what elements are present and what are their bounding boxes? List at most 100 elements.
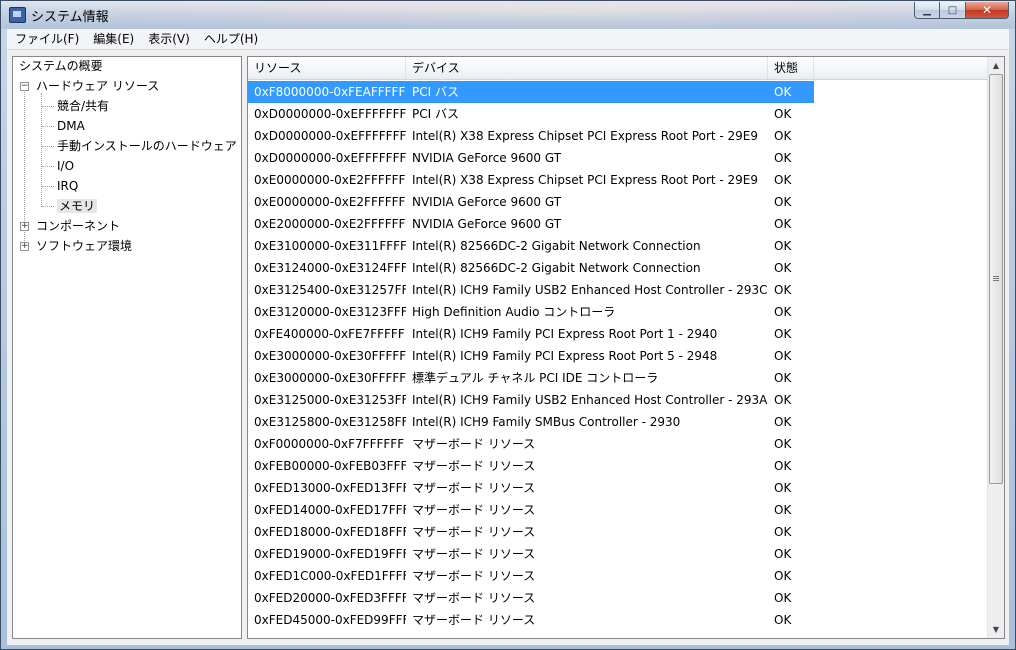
client-area: システムの概要 − ハードウェア リソース 競合/共有 DMA 手動インストール… (7, 50, 1009, 645)
tree-item-system-summary[interactable]: システムの概要 (19, 57, 103, 75)
tree-line (42, 126, 54, 127)
tree-item-hardware-resources[interactable]: ハードウェア リソース (36, 77, 159, 95)
cell-device: マザーボード リソース (412, 591, 536, 605)
window-title: システム情報 (31, 10, 109, 25)
tree-item-software-environment[interactable]: ソフトウェア環境 (36, 237, 132, 255)
table-row[interactable]: 0xFED45000-0xFED99FFF マザーボード リソース OK (248, 609, 988, 631)
category-tree: システムの概要 − ハードウェア リソース 競合/共有 DMA 手動インストール… (12, 56, 242, 639)
scroll-thumb[interactable] (989, 74, 1003, 484)
cell-resource: 0xD0000000-0xEFFFFFFF (254, 129, 406, 143)
cell-device: Intel(R) ICH9 Family PCI Express Root Po… (412, 327, 718, 341)
menu-bar: ファイル(F) 編集(E) 表示(V) ヘルプ(H) (7, 29, 1009, 50)
table-row[interactable]: 0xFE400000-0xFE7FFFFF Intel(R) ICH9 Famil… (248, 323, 988, 345)
table-row[interactable]: 0xE3124000-0xE3124FFF Intel(R) 82566DC-2 … (248, 257, 988, 279)
table-row[interactable]: 0xE3000000-0xE30FFFFF 標準デュアル チャネル PCI IDE… (248, 367, 988, 389)
maximize-icon: □ (947, 4, 958, 16)
cell-resource: 0xE3120000-0xE3123FFF (254, 305, 406, 319)
collapse-icon[interactable]: − (20, 82, 29, 91)
cell-resource: 0xFED1C000-0xFED1FFFF (254, 569, 406, 583)
table-row[interactable]: 0xD0000000-0xEFFFFFFF PCI バス OK (248, 103, 988, 125)
title-bar[interactable]: システム情報 ▁ □ ✕ (1, 1, 1015, 29)
table-row[interactable]: 0xE3120000-0xE3123FFF High Definition Aud… (248, 301, 988, 323)
cell-device: Intel(R) ICH9 Family USB2 Enhanced Host … (412, 283, 768, 297)
table-row[interactable]: 0xF0000000-0xF7FFFFFF マザーボード リソース OK (248, 433, 988, 455)
menu-view[interactable]: 表示(V) (141, 29, 197, 49)
cell-status: OK (774, 525, 792, 539)
expand-icon[interactable]: + (20, 222, 29, 231)
cell-resource: 0xFED13000-0xFED13FFF (254, 481, 406, 495)
grip-line (993, 276, 999, 277)
cell-resource: 0xE3124000-0xE3124FFF (254, 261, 406, 275)
cell-device: Intel(R) 82566DC-2 Gigabit Network Conne… (412, 261, 701, 275)
cell-status: OK (774, 569, 792, 583)
cell-resource: 0xFED18000-0xFED18FFF (254, 525, 406, 539)
tree-line (42, 146, 54, 147)
cell-device: NVIDIA GeForce 9600 GT (412, 151, 562, 165)
cell-resource: 0xE0000000-0xE2FFFFFF (254, 173, 406, 187)
column-header-device[interactable]: デバイス (406, 57, 768, 79)
table-row[interactable]: 0xE0000000-0xE2FFFFFF Intel(R) X38 Expres… (248, 169, 988, 191)
grip-line (993, 280, 999, 281)
maximize-button[interactable]: □ (940, 2, 966, 19)
menu-file[interactable]: ファイル(F) (7, 29, 86, 49)
tree-item-conflicts[interactable]: 競合/共有 (57, 97, 109, 115)
table-row[interactable]: 0xD0000000-0xEFFFFFFF Intel(R) X38 Expres… (248, 125, 988, 147)
tree-item-irq[interactable]: IRQ (57, 177, 78, 195)
cell-resource: 0xE3125400-0xE31257FF (254, 283, 406, 297)
cell-device: PCI バス (412, 107, 459, 121)
expand-icon[interactable]: + (20, 242, 29, 251)
tree-item-components[interactable]: コンポーネント (36, 217, 120, 235)
tree-item-io[interactable]: I/O (57, 157, 74, 175)
table-row[interactable]: 0xFEB00000-0xFEB03FFF マザーボード リソース OK (248, 455, 988, 477)
tree-line (42, 186, 54, 187)
cell-device: マザーボード リソース (412, 547, 536, 561)
table-row[interactable]: 0xE3100000-0xE311FFFF Intel(R) 82566DC-2 … (248, 235, 988, 257)
cell-resource: 0xD0000000-0xEFFFFFFF (254, 107, 406, 121)
table-row[interactable]: 0xFED1C000-0xFED1FFFF マザーボード リソース OK (248, 565, 988, 587)
column-header-status[interactable]: 状態 (768, 57, 814, 79)
table-row[interactable]: 0xFED14000-0xFED17FFF マザーボード リソース OK (248, 499, 988, 521)
cell-resource: 0xE3100000-0xE311FFFF (254, 239, 406, 253)
table-row[interactable]: 0xE3125000-0xE31253FF Intel(R) ICH9 Famil… (248, 389, 988, 411)
tree-item-forced-hardware[interactable]: 手動インストールのハードウェア (57, 137, 237, 155)
cell-resource: 0xE3125800-0xE31258FF (254, 415, 406, 429)
table-row[interactable]: 0xE0000000-0xE2FFFFFF NVIDIA GeForce 9600… (248, 191, 988, 213)
cell-status: OK (774, 107, 792, 121)
menu-edit[interactable]: 編集(E) (86, 29, 141, 49)
cell-device: NVIDIA GeForce 9600 GT (412, 217, 562, 231)
cell-device: High Definition Audio コントローラ (412, 305, 616, 319)
cell-resource: 0xFED14000-0xFED17FFF (254, 503, 406, 517)
cell-status: OK (774, 591, 792, 605)
table-row[interactable]: 0xFED18000-0xFED18FFF マザーボード リソース OK (248, 521, 988, 543)
table-row[interactable]: 0xFED20000-0xFED3FFFF マザーボード リソース OK (248, 587, 988, 609)
cell-device: マザーボード リソース (412, 437, 536, 451)
scroll-up-icon[interactable]: ▲ (988, 57, 1004, 74)
table-row[interactable]: 0xF8000000-0xFEAFFFFF PCI バス OK (248, 81, 988, 103)
cell-device: 標準デュアル チャネル PCI IDE コントローラ (412, 371, 659, 385)
cell-resource: 0xE3125000-0xE31253FF (254, 393, 406, 407)
table-row[interactable]: 0xD0000000-0xEFFFFFFF NVIDIA GeForce 9600… (248, 147, 988, 169)
table-row[interactable]: 0xE3000000-0xE30FFFFF Intel(R) ICH9 Famil… (248, 345, 988, 367)
tree-item-memory[interactable]: メモリ (57, 197, 98, 215)
table-row[interactable]: 0xFED13000-0xFED13FFF マザーボード リソース OK (248, 477, 988, 499)
cell-device: マザーボード リソース (412, 613, 536, 627)
cell-device: NVIDIA GeForce 9600 GT (412, 195, 562, 209)
cell-status: OK (774, 327, 792, 341)
cell-device: Intel(R) ICH9 Family SMBus Controller - … (412, 415, 681, 429)
menu-help[interactable]: ヘルプ(H) (197, 29, 265, 49)
cell-device: Intel(R) 82566DC-2 Gigabit Network Conne… (412, 239, 701, 253)
column-header-resource[interactable]: リソース (248, 57, 406, 79)
cell-device: マザーボード リソース (412, 569, 536, 583)
table-row[interactable]: 0xE3125800-0xE31258FF Intel(R) ICH9 Famil… (248, 411, 988, 433)
scroll-down-icon[interactable]: ▼ (988, 621, 1004, 638)
cell-status: OK (774, 129, 792, 143)
cell-resource: 0xFE400000-0xFE7FFFFF (254, 327, 405, 341)
table-row[interactable]: 0xE2000000-0xE2FFFFFF NVIDIA GeForce 9600… (248, 213, 988, 235)
table-row[interactable]: 0xE3125400-0xE31257FF Intel(R) ICH9 Famil… (248, 279, 988, 301)
tree-item-dma[interactable]: DMA (57, 117, 85, 135)
vertical-scrollbar[interactable]: ▲ ▼ (987, 57, 1004, 638)
table-row[interactable]: 0xFED19000-0xFED19FFF マザーボード リソース OK (248, 543, 988, 565)
minimize-button[interactable]: ▁ (914, 2, 940, 19)
close-button[interactable]: ✕ (966, 2, 1009, 19)
cell-status: OK (774, 393, 792, 407)
